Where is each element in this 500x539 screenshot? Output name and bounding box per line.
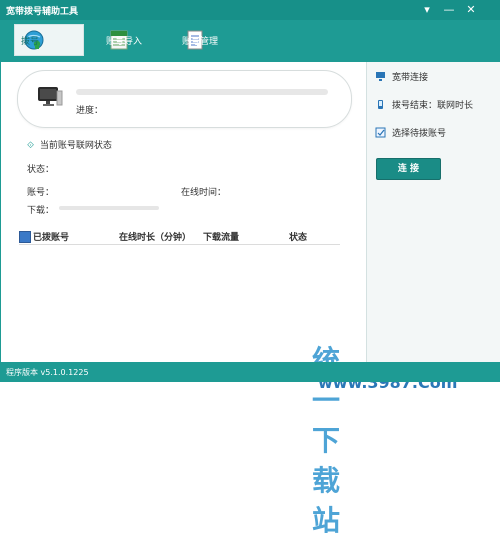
column-header-download-traffic[interactable]: 下载流量 [203, 230, 239, 243]
dial-status-card: 进度： [17, 70, 352, 128]
sidebar: 宽带连接 拨号结束：联网时长 选择待拨账号 连 接 [366, 62, 500, 362]
table-header-icon [19, 231, 31, 243]
download-label: 下载： [27, 206, 55, 216]
sidebar-item-label: 拨号结束：联网时长 [392, 101, 474, 111]
account-label: 账号： [27, 188, 55, 198]
title-bar: 宽带拨号辅助工具 ▾ — ✕ [0, 0, 500, 20]
checklist-icon [375, 127, 386, 138]
tab-account-manage[interactable]: 账号管理 [176, 24, 256, 56]
sidebar-item-dial-end[interactable]: 拨号结束：联网时长 [375, 98, 473, 111]
app-window: 宽带拨号辅助工具 ▾ — ✕ 拨号 账号导入 账号管理 进度： ⟐ 当前账号联网… [0, 0, 500, 537]
phone-icon [375, 99, 386, 110]
close-button[interactable]: ✕ [462, 2, 480, 18]
window-title: 宽带拨号辅助工具 [6, 7, 79, 17]
sidebar-item-broadband[interactable]: 宽带连接 [375, 70, 428, 83]
tab-dial[interactable]: 拨号 [14, 24, 84, 56]
sidebar-item-label: 选择待拨账号 [392, 129, 447, 139]
signal-icon: ⟐ [27, 141, 35, 151]
column-header-online-duration[interactable]: 在线时长（分钟） [119, 230, 191, 243]
table-header: 已拨账号 在线时长（分钟） 下载流量 状态 [19, 230, 340, 245]
menu-dropdown-button[interactable]: ▾ [418, 2, 436, 18]
status-section-title: ⟐ 当前账号联网状态 [27, 138, 112, 151]
state-label: 状态： [27, 165, 55, 175]
main-tabs: 拨号 账号导入 账号管理 [0, 20, 500, 62]
sidebar-item-label: 宽带连接 [392, 73, 429, 83]
tab-label: 拨号 [21, 36, 40, 47]
sidebar-item-select-account[interactable]: 选择待拨账号 [375, 126, 446, 139]
tab-label: 账号管理 [182, 36, 219, 47]
computer-icon [36, 85, 64, 114]
column-header-account[interactable]: 已拨账号 [33, 230, 69, 243]
dial-progress-bar [76, 89, 328, 95]
version-text: 程序版本 v5.1.0.1225 [6, 368, 89, 377]
download-progress-bar [59, 206, 159, 210]
tab-account-import[interactable]: 账号导入 [100, 24, 172, 56]
progress-label: 进度： [76, 106, 104, 116]
status-title-text: 当前账号联网状态 [39, 141, 112, 151]
monitor-icon [375, 71, 386, 82]
status-bar: 程序版本 v5.1.0.1225 [0, 362, 500, 382]
tab-label: 账号导入 [106, 36, 143, 47]
minimize-button[interactable]: — [440, 2, 458, 18]
connect-button[interactable]: 连 接 [376, 158, 441, 180]
online-time-label: 在线时间： [181, 188, 227, 198]
dial-panel: 进度： ⟐ 当前账号联网状态 状态： 账号： 在线时间： 下载： 已拨账号 在线… [1, 62, 457, 537]
column-header-status[interactable]: 状态 [289, 230, 307, 243]
